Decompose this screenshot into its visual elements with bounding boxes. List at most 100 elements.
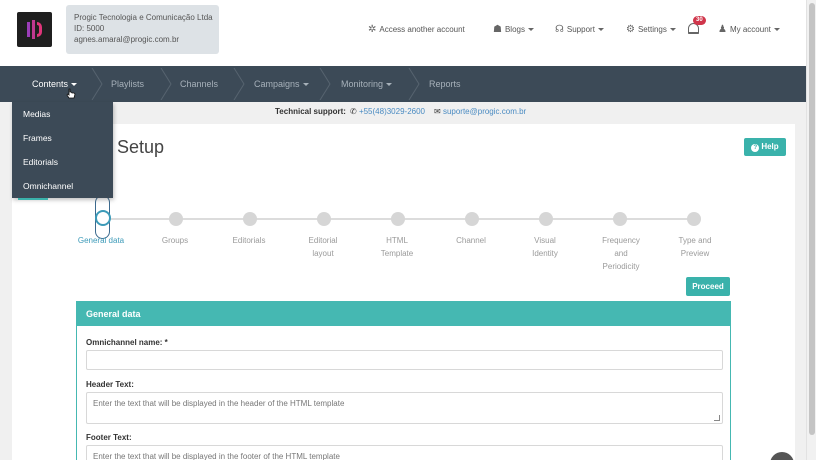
step-label-line: Identity	[532, 249, 558, 258]
step-label-type-preview[interactable]: Type and Preview	[660, 234, 730, 260]
support-menu[interactable]: ☊ Support	[555, 17, 604, 41]
chevron-right-icon	[159, 68, 173, 100]
nav-campaigns[interactable]: Campaigns	[254, 66, 309, 102]
blog-icon: ☗	[493, 23, 502, 35]
step-dot-type-preview[interactable]	[687, 212, 701, 226]
step-label-frequency[interactable]: Frequency and Periodicity	[586, 234, 656, 273]
chevron-down-icon	[71, 83, 78, 87]
access-another-account-link[interactable]: ✲ Access another account	[368, 17, 465, 41]
chevron-down-icon	[302, 83, 309, 87]
chevron-down-icon	[597, 27, 604, 31]
question-icon: ?	[751, 144, 760, 152]
menu-item-omnichannel[interactable]: Omnichannel	[12, 174, 113, 198]
chevron-right-icon	[90, 68, 104, 100]
step-label-line: Preview	[680, 249, 710, 258]
account-email: agnes.amaral@progic.com.br	[74, 35, 180, 44]
step-dot-channel[interactable]	[465, 212, 479, 226]
step-label-line: layout	[312, 249, 334, 258]
help-button[interactable]: ? Help	[744, 138, 786, 156]
header-text-label: Header Text:	[86, 380, 134, 389]
footer-text-label: Footer Text:	[86, 433, 132, 442]
network-icon: ✲	[368, 23, 377, 35]
hidden-button-edge	[18, 198, 48, 200]
support-email[interactable]: ✉ suporte@progic.com.br	[434, 102, 526, 122]
nav-contents-label: Contents	[32, 79, 69, 89]
step-dot-visual-identity[interactable]	[539, 212, 553, 226]
my-account-label: My account	[729, 24, 771, 34]
hand-cursor-icon	[66, 88, 76, 100]
step-label-visual-identity[interactable]: Visual Identity	[510, 234, 580, 260]
menu-item-medias[interactable]: Medias	[12, 102, 113, 126]
step-label-line: Type and	[678, 236, 712, 245]
step-dot-editorials[interactable]	[243, 212, 257, 226]
chevron-down-icon	[773, 27, 780, 31]
top-header: Progic Tecnologia e Comunicação Ltda ID:…	[0, 0, 806, 66]
headset-icon: ☊	[555, 23, 564, 35]
step-dot-html-template[interactable]	[391, 212, 405, 226]
chevron-down-icon	[527, 27, 534, 31]
header-text-placeholder: Enter the text that will be displayed in…	[93, 399, 345, 408]
step-label-line: Periodicity	[602, 262, 640, 271]
footer-text-textarea[interactable]: Enter the text that will be displayed in…	[86, 445, 723, 460]
omnichannel-name-input[interactable]	[86, 350, 723, 370]
my-account-menu[interactable]: ♟ My account	[718, 17, 780, 41]
footer-text-placeholder: Enter the text that will be displayed in…	[93, 452, 340, 460]
vertical-scrollbar[interactable]	[806, 0, 816, 460]
menu-item-frames[interactable]: Frames	[12, 126, 113, 150]
resize-handle[interactable]	[714, 415, 720, 421]
settings-menu[interactable]: ⚙ Settings	[626, 17, 676, 41]
step-dot-frequency[interactable]	[613, 212, 627, 226]
nav-channels[interactable]: Channels	[180, 66, 218, 102]
help-label: Help	[761, 142, 779, 151]
support-phone-number: +55(48)3029-2600	[358, 107, 425, 116]
step-label-line: Frequency	[602, 236, 640, 245]
technical-support-bar: Technical support: ✆ +55(48)3029-2600 ✉ …	[0, 102, 806, 122]
support-label: Support	[566, 24, 595, 34]
nav-playlists[interactable]: Playlists	[111, 66, 144, 102]
support-email-address: suporte@progic.com.br	[442, 107, 527, 116]
menu-item-editorials[interactable]: Editorials	[12, 150, 113, 174]
nav-reports[interactable]: Reports	[429, 66, 461, 102]
step-label-editorials[interactable]: Editorials	[214, 234, 284, 247]
settings-label: Settings	[637, 24, 667, 34]
nav-monitoring[interactable]: Monitoring	[341, 66, 393, 102]
blogs-menu[interactable]: ☗ Blogs	[493, 17, 534, 41]
access-another-label: Access another account	[379, 24, 465, 34]
scrollbar-thumb[interactable]	[809, 3, 815, 435]
nav-monitoring-label: Monitoring	[341, 79, 384, 89]
progic-logo[interactable]	[17, 12, 52, 47]
notifications-button[interactable]: 30	[688, 16, 706, 36]
phone-icon: ✆	[350, 107, 359, 116]
header-text-textarea[interactable]: Enter the text that will be displayed in…	[86, 392, 723, 424]
general-data-panel: General data Omnichannel name: * Header …	[76, 301, 731, 460]
user-icon: ♟	[718, 23, 727, 35]
step-label-channel[interactable]: Channel	[436, 234, 506, 247]
step-label-line: Visual	[534, 236, 556, 245]
nav-campaigns-label: Campaigns	[254, 79, 300, 89]
step-dot-general-data[interactable]	[95, 210, 111, 226]
chevron-right-icon	[407, 68, 421, 100]
main-navigation: Contents Playlists Channels Campaigns Mo…	[0, 66, 806, 102]
step-label-editorial-layout[interactable]: Editorial layout	[288, 234, 358, 260]
step-label-html-template[interactable]: HTML Template	[362, 234, 432, 260]
step-label-line: Editorial	[308, 236, 338, 245]
account-info-box: Progic Tecnologia e Comunicação Ltda ID:…	[66, 5, 219, 54]
chevron-right-icon	[232, 68, 246, 100]
step-label-line: and	[614, 249, 628, 258]
step-label-line: Template	[380, 249, 414, 258]
support-phone[interactable]: ✆ +55(48)3029-2600	[350, 102, 425, 122]
step-dot-editorial-layout[interactable]	[317, 212, 331, 226]
panel-title: General data	[77, 302, 730, 326]
step-label-general-data[interactable]: General data	[66, 234, 136, 247]
proceed-button[interactable]: Proceed	[686, 277, 730, 296]
account-id: ID: 5000	[74, 24, 105, 33]
step-dot-groups[interactable]	[169, 212, 183, 226]
gear-icon: ⚙	[626, 23, 635, 35]
notification-badge: 30	[693, 16, 706, 25]
company-name: Progic Tecnologia e Comunicação Ltda	[74, 13, 213, 22]
step-label-groups[interactable]: Groups	[140, 234, 210, 247]
step-label-line: HTML	[386, 236, 408, 245]
omnichannel-name-label: Omnichannel name: *	[86, 338, 168, 347]
chevron-down-icon	[669, 27, 676, 31]
envelope-icon: ✉	[434, 107, 443, 116]
